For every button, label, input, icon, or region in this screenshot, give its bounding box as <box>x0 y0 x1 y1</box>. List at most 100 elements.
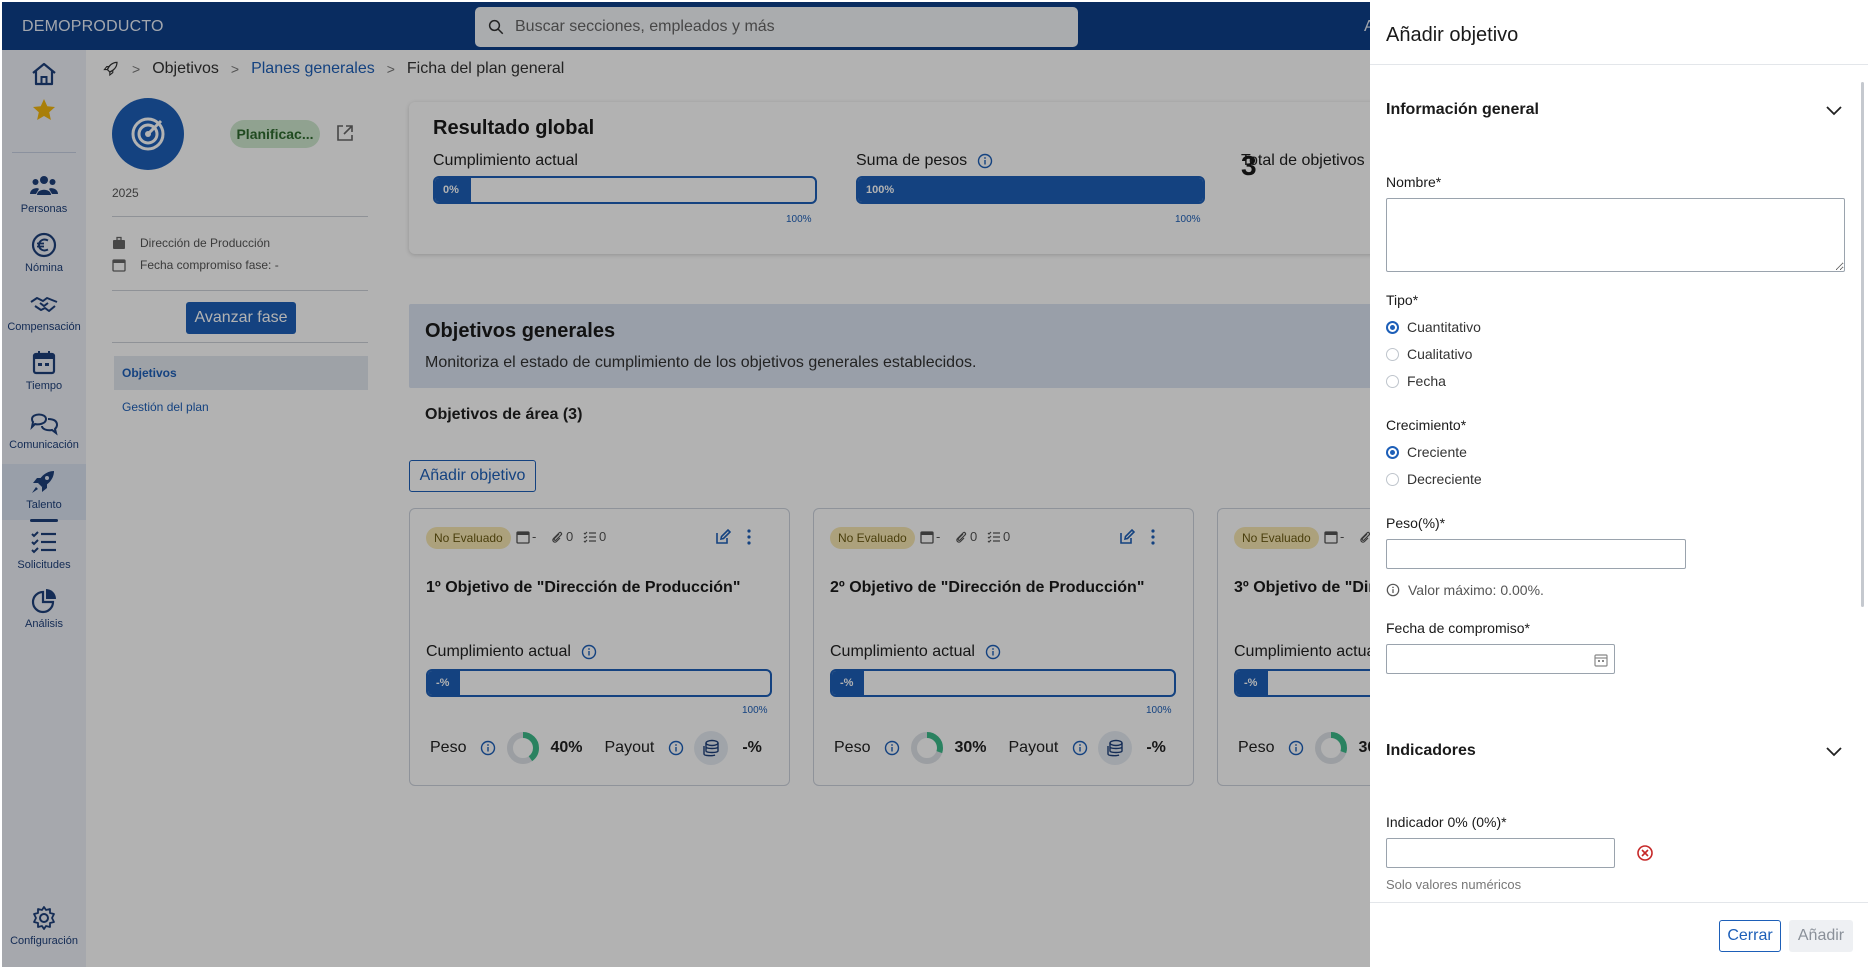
coins-icon <box>1107 739 1124 757</box>
external-link-icon[interactable] <box>335 123 355 143</box>
brand-logo[interactable]: DEMOPRODUCTO <box>22 18 164 36</box>
growth-option-label: Creciente <box>1407 444 1467 460</box>
nav-separator <box>12 152 76 153</box>
current-compliance-bar: 0% <box>433 176 817 204</box>
add-button[interactable]: Añadir <box>1789 920 1853 952</box>
radio-unselected[interactable] <box>1386 472 1399 486</box>
rocket-icon[interactable] <box>102 60 120 78</box>
search-input[interactable]: Buscar secciones, empleados y más <box>475 7 1078 47</box>
nav-talento[interactable]: Talento <box>2 464 86 522</box>
objective-date-text: - <box>1340 529 1345 544</box>
scrollbar-thumb[interactable] <box>1861 82 1864 607</box>
info-icon[interactable] <box>884 740 900 756</box>
breadcrumb-objetivos[interactable]: Objetivos <box>152 60 219 78</box>
radio-unselected[interactable] <box>1386 347 1399 361</box>
add-objective-button[interactable]: Añadir objetivo <box>409 460 536 492</box>
weights-sum-bar: 100% <box>856 176 1205 204</box>
type-option-cualitativo[interactable]: Cualitativo <box>1386 346 1472 362</box>
current-compliance-label: Cumplimiento actual <box>433 152 578 170</box>
info-icon[interactable] <box>668 740 684 756</box>
growth-option-creciente[interactable]: Creciente <box>1386 444 1467 460</box>
nav-analisis[interactable]: Análisis <box>2 583 86 639</box>
more-options-icon[interactable] <box>746 528 752 546</box>
payout-label: Payout <box>1008 739 1059 756</box>
total-objectives-label-text: Total de objetivos <box>1241 152 1365 169</box>
total-objectives-value: 3 <box>1241 150 1257 181</box>
nav-comunicacion[interactable]: Comunicación <box>2 404 86 460</box>
nav-tiempo[interactable]: Tiempo <box>2 345 86 401</box>
objective-compliance-label-text: Cumplimiento actual <box>830 643 975 660</box>
more-options-icon[interactable] <box>1150 528 1156 546</box>
objective-compliance-bar: -% <box>426 669 772 697</box>
name-label: Nombre* <box>1386 174 1442 190</box>
tab-objetivos[interactable]: Objetivos <box>114 356 368 390</box>
radio-selected[interactable] <box>1386 320 1399 334</box>
status-badge: No Evaluado <box>426 527 511 549</box>
info-icon[interactable] <box>985 644 1001 660</box>
breadcrumb-separator: > <box>132 61 141 77</box>
name-field[interactable] <box>1386 198 1845 272</box>
nav-nomina[interactable]: Nómina <box>2 227 86 283</box>
commit-date-label: Fecha de compromiso* <box>1386 620 1530 636</box>
objective-date-text: - <box>532 529 537 544</box>
plan-commit-date: Fecha compromiso fase: - <box>112 258 279 272</box>
weight-donut-icon <box>1315 732 1348 764</box>
star-icon <box>33 99 55 120</box>
main-nav: Personas Nómina Compensación Tiempo Comu… <box>2 50 86 967</box>
objective-card[interactable]: No Evaluado - 0 0 2º Objetivo de "Direcc… <box>813 508 1194 786</box>
nav-solicitudes[interactable]: Solicitudes <box>2 524 86 580</box>
type-option-cuantitativo[interactable]: Cuantitativo <box>1386 319 1481 335</box>
breadcrumb-planes-generales[interactable]: Planes generales <box>251 60 375 78</box>
info-icon[interactable] <box>977 153 993 169</box>
nav-compensacion-label: Compensación <box>7 321 81 333</box>
info-icon[interactable] <box>1288 740 1304 756</box>
remove-circle-icon[interactable] <box>1636 844 1654 862</box>
nav-solicitudes-label: Solicitudes <box>17 559 71 571</box>
advance-phase-button[interactable]: Avanzar fase <box>186 302 296 334</box>
weight-field[interactable] <box>1386 539 1686 569</box>
weight-hint-text: Valor máximo: 0.00%. <box>1408 582 1544 598</box>
objective-footer: Peso 30% Payout -% <box>834 731 1188 765</box>
nav-comunicacion-label: Comunicación <box>9 439 79 451</box>
objective-compliance-label: Cumplimiento actual <box>426 643 597 661</box>
chevron-down-icon[interactable] <box>1824 100 1844 120</box>
info-icon[interactable] <box>581 644 597 660</box>
status-badge: No Evaluado <box>830 527 915 549</box>
info-icon[interactable] <box>480 740 496 756</box>
weights-sum-label-text: Suma de pesos <box>856 152 968 169</box>
objective-compliance-label-text: Cumplimiento actual <box>1234 643 1379 660</box>
nav-compensacion[interactable]: Compensación <box>2 286 86 342</box>
global-result-title: Resultado global <box>433 117 595 139</box>
edit-icon[interactable] <box>1118 528 1136 546</box>
app-window: DEMOPRODUCTO Buscar secciones, empleados… <box>2 2 1868 967</box>
objective-footer: Peso 40% Payout -% <box>430 731 784 765</box>
calendar-icon <box>516 530 530 544</box>
tab-gestion-del-plan[interactable]: Gestión del plan <box>114 390 368 424</box>
add-objective-drawer: Añadir objetivo Información general Nomb… <box>1370 2 1868 967</box>
calendar-icon[interactable] <box>1594 653 1608 667</box>
close-button[interactable]: Cerrar <box>1719 920 1781 952</box>
nav-tiempo-label: Tiempo <box>25 380 63 392</box>
calendar-icon <box>920 530 934 544</box>
radio-unselected[interactable] <box>1386 374 1399 388</box>
radio-selected[interactable] <box>1386 445 1399 459</box>
commit-date-field[interactable] <box>1386 644 1615 674</box>
nav-personas[interactable]: Personas <box>2 168 86 224</box>
objective-compliance-cap: 100% <box>1146 705 1172 716</box>
type-option-fecha[interactable]: Fecha <box>1386 373 1446 389</box>
growth-option-decreciente[interactable]: Decreciente <box>1386 471 1482 487</box>
briefcase-icon <box>113 236 125 249</box>
objective-attachments: 0 <box>550 529 573 544</box>
objective-card[interactable]: No Evaluado - 0 0 1º Objetivo de "Direcc… <box>409 508 790 786</box>
section-indicators[interactable]: Indicadores <box>1386 741 1844 761</box>
section-general-info[interactable]: Información general <box>1386 100 1844 120</box>
nav-home[interactable] <box>2 56 86 92</box>
chevron-down-icon[interactable] <box>1824 741 1844 761</box>
objective-compliance-label-text: Cumplimiento actual <box>426 643 571 660</box>
info-icon[interactable] <box>1072 740 1088 756</box>
plan-department-text: Dirección de Producción <box>140 236 271 250</box>
indicator-field[interactable] <box>1386 838 1615 868</box>
nav-configuracion[interactable]: Configuración <box>2 900 86 956</box>
nav-favorites[interactable] <box>2 92 86 128</box>
edit-icon[interactable] <box>714 528 732 546</box>
